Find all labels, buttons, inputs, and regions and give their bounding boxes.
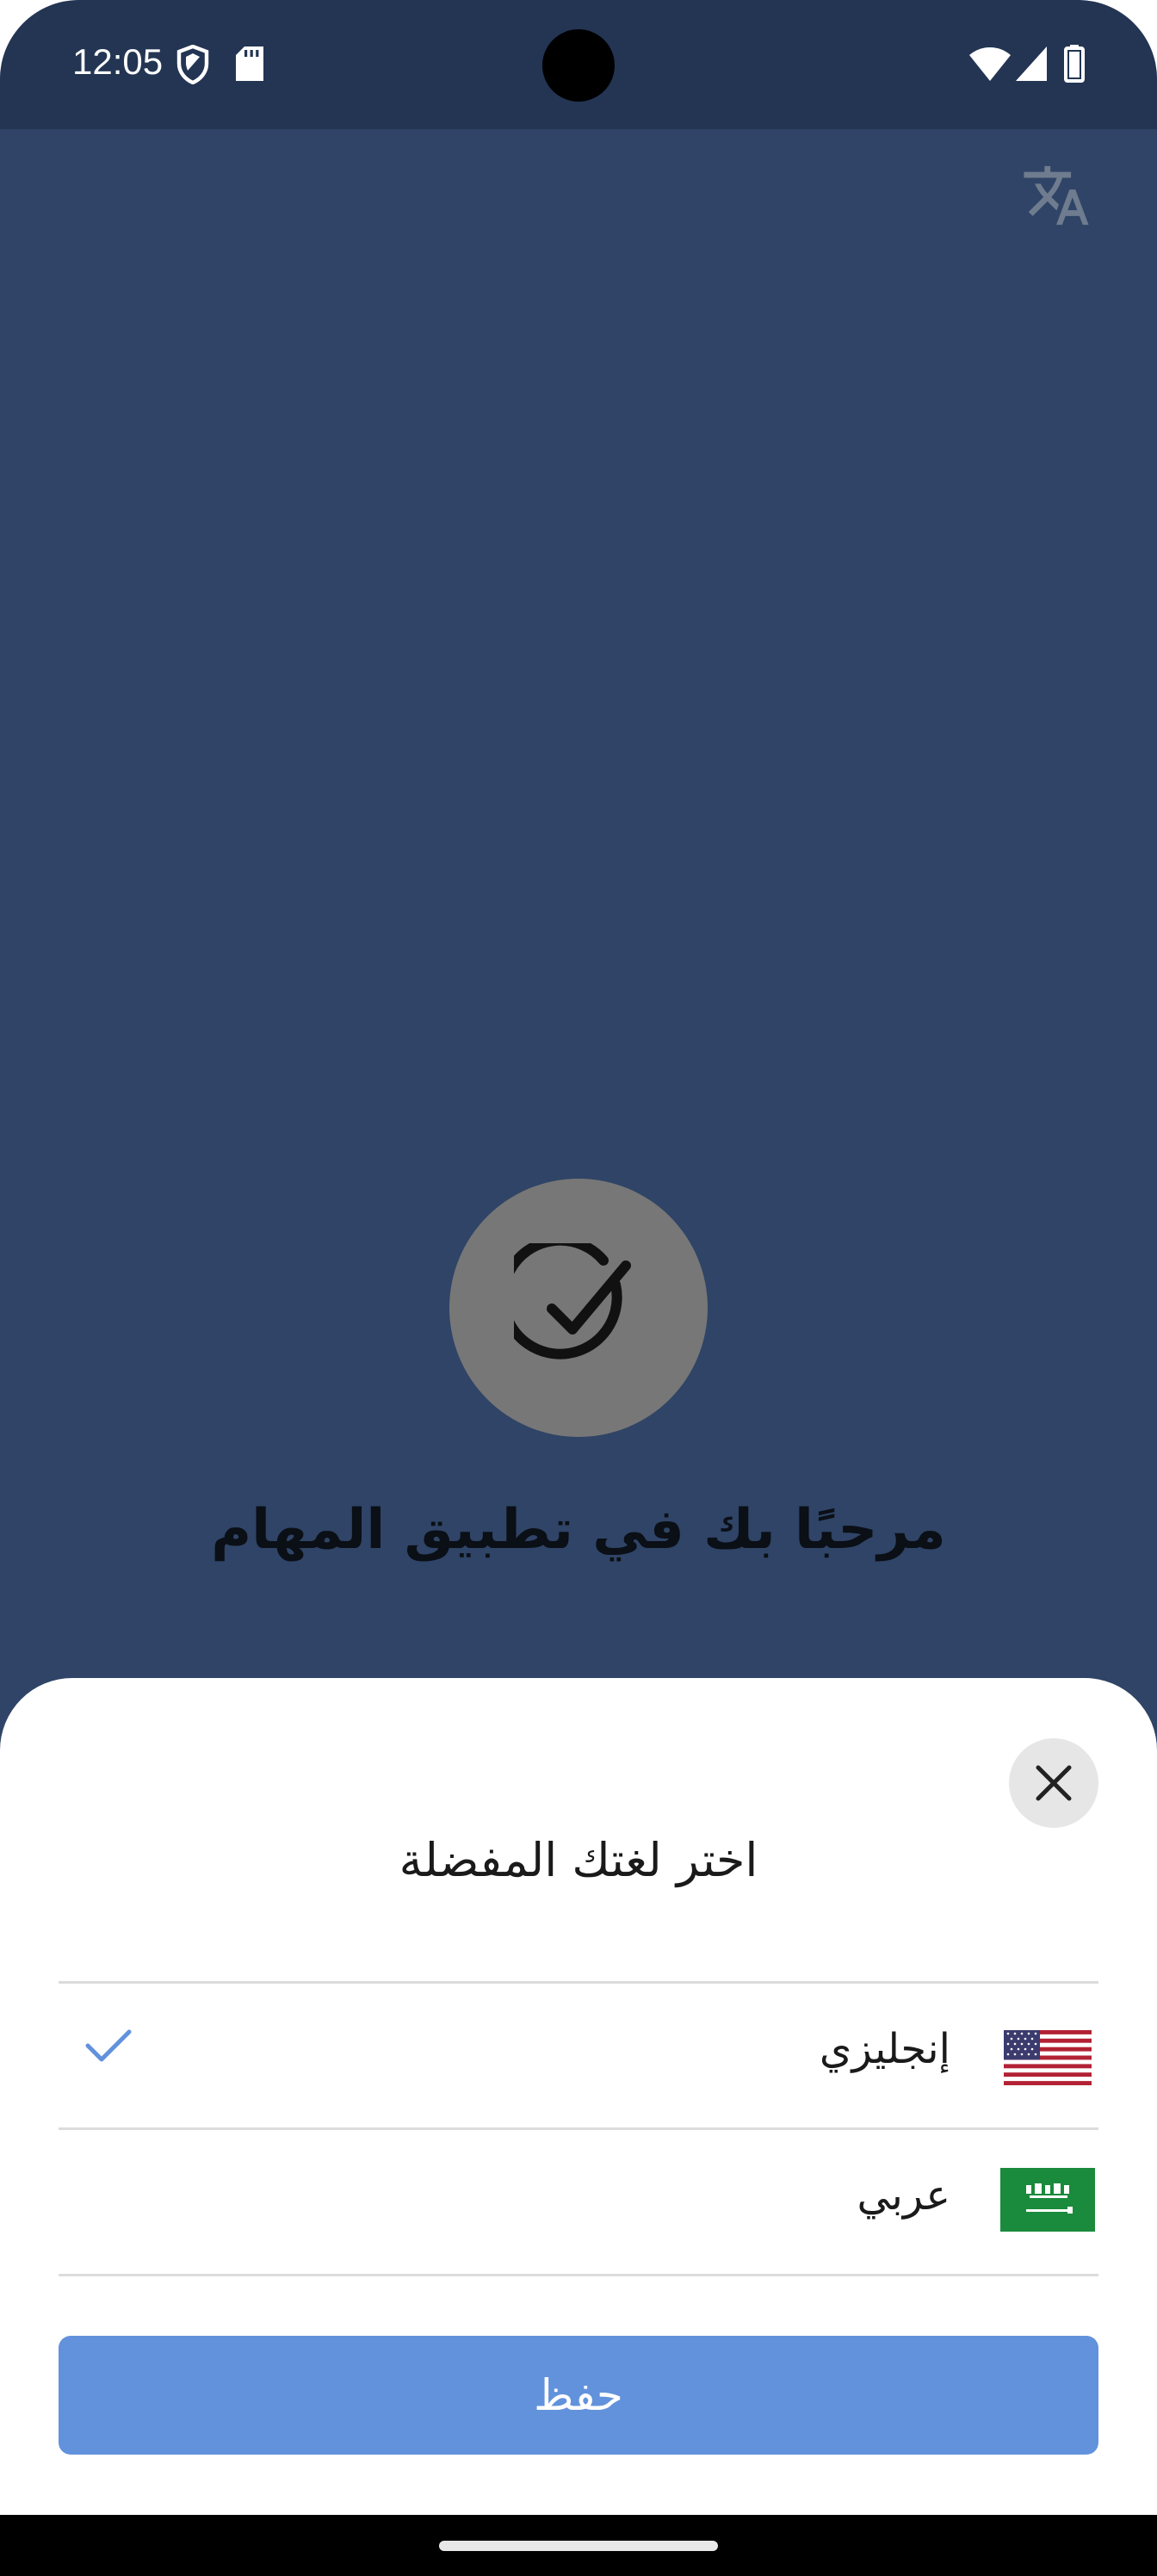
screen: 12:05 مرحبًا بك في تطبيق المهام اختر لغت… <box>0 0 1157 2576</box>
save-button[interactable]: حفظ <box>59 2336 1098 2455</box>
us-flag-icon <box>1004 2030 1092 2089</box>
camera-cutout <box>542 29 615 102</box>
check-icon <box>84 2027 133 2068</box>
app-logo <box>449 1179 708 1437</box>
language-label-arabic: عربي <box>857 2171 951 2220</box>
cellular-signal-icon <box>1016 46 1047 84</box>
sheet-title: اختر لغتك المفضلة <box>399 1833 758 1887</box>
welcome-title: مرحبًا بك في تطبيق المهام <box>211 1498 946 1562</box>
close-button[interactable] <box>1009 1738 1098 1828</box>
saudi-flag-icon <box>1000 2168 1095 2235</box>
wifi-icon <box>969 46 1011 84</box>
status-time: 12:05 <box>72 41 164 82</box>
battery-icon <box>1064 45 1085 86</box>
sd-card-icon <box>236 46 263 84</box>
divider <box>59 2274 1098 2276</box>
language-bottom-sheet: اختر لغتك المفضلة إنجليزي عربي حفظ <box>0 1678 1157 2515</box>
navigation-bar <box>0 2515 1157 2576</box>
home-indicator[interactable] <box>439 2541 718 2551</box>
check-circle-icon <box>514 1243 631 1359</box>
status-bar: 12:05 <box>0 0 1157 129</box>
shield-icon <box>176 44 210 88</box>
close-icon <box>1036 1765 1072 1801</box>
translate-icon[interactable] <box>1021 160 1092 231</box>
language-option-english[interactable]: إنجليزي <box>59 1984 1098 2127</box>
language-option-arabic[interactable]: عربي <box>59 2130 1098 2274</box>
language-label-english: إنجليزي <box>819 2025 950 2073</box>
